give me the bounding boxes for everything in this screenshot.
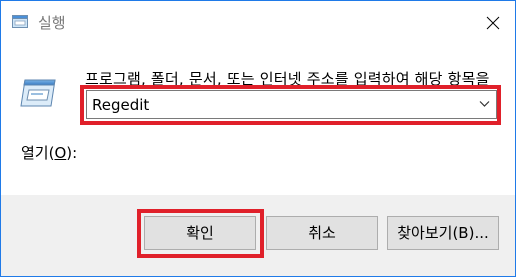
- run-dialog-icon: [20, 79, 56, 107]
- highlight-box-ok: [137, 209, 264, 258]
- open-label-suffix: ):: [66, 144, 78, 162]
- open-label-accesskey: O: [54, 144, 67, 162]
- window-title: 실행: [38, 14, 66, 32]
- run-app-icon: [12, 15, 28, 28]
- highlight-box-combobox: [80, 85, 501, 125]
- title-bar[interactable]: 실행: [1, 1, 515, 45]
- close-icon: [486, 16, 500, 30]
- open-label-prefix: 열기(: [21, 144, 55, 162]
- cancel-button[interactable]: 취소: [266, 216, 378, 250]
- browse-button[interactable]: 찾아보기(B)...: [387, 216, 499, 250]
- run-dialog: 실행 프로그램, 폴더, 문서, 또는 인터넷 주소를 입력하여 해당 항목을 …: [0, 0, 516, 277]
- close-button[interactable]: [471, 1, 515, 45]
- open-label: 열기(O):: [21, 143, 77, 163]
